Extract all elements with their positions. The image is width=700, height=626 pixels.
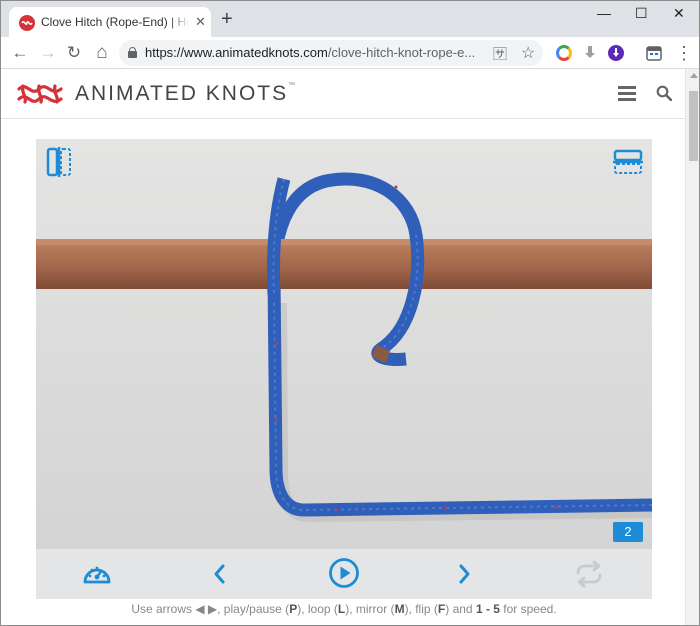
hint-key-m: M: [394, 602, 405, 616]
loop-icon[interactable]: [574, 559, 604, 594]
hamburger-menu-icon[interactable]: [618, 86, 636, 102]
url-path: /clove-hitch-knot-rope-e...: [327, 45, 475, 60]
downloader-extension-icon[interactable]: [608, 45, 624, 61]
browser-menu-icon[interactable]: ⋮: [673, 42, 695, 64]
knot-animation-player[interactable]: 2: [36, 139, 652, 549]
calendar-extension-icon[interactable]: [646, 45, 662, 61]
player-controls: [36, 549, 652, 599]
hint-flip: ), flip (: [404, 602, 438, 616]
frame-number-badge: 2: [613, 522, 643, 542]
browser-window: Clove Hitch (Rope-End) | How t ✕ + — ☐ ✕…: [0, 0, 700, 626]
mirror-toggle-icon[interactable]: [46, 147, 72, 182]
address-bar[interactable]: https://www.animatedknots.com/clove-hitc…: [119, 40, 543, 66]
close-window-button[interactable]: ✕: [673, 5, 685, 22]
previous-frame-icon[interactable]: [212, 563, 226, 590]
minimize-button[interactable]: —: [597, 5, 611, 21]
home-button[interactable]: ⌂: [91, 42, 113, 64]
speed-gauge-icon[interactable]: [82, 560, 112, 593]
page-content: ANIMATED KNOTS™ 2 Use arrows ◀ ▶, play/p…: [1, 69, 685, 625]
logo-text[interactable]: ANIMATED KNOTS™: [75, 82, 295, 106]
url-host: https://www.animatedknots.com: [145, 45, 328, 60]
browser-toolbar: ← → ↻ ⌂ https://www.animatedknots.com/cl…: [1, 37, 699, 69]
flip-toggle-icon[interactable]: [613, 149, 643, 180]
hint-suffix: for speed.: [499, 602, 557, 616]
knot-animation-frame: [36, 139, 652, 549]
hint-prefix: Use arrows ◀ ▶, play/pause (: [131, 602, 290, 616]
tab-title: Clove Hitch (Rope-End) | How t: [41, 15, 189, 29]
keyboard-hint: Use arrows ◀ ▶, play/pause (P), loop (L)…: [1, 602, 685, 616]
logo-trademark: ™: [288, 82, 296, 89]
scroll-up-arrow-icon[interactable]: [690, 73, 698, 78]
logo-wordmark: ANIMATED KNOTS: [75, 82, 289, 105]
favicon-icon: [19, 15, 35, 31]
hint-loop: ), loop (: [297, 602, 338, 616]
hint-speed-keys: 1 - 5: [475, 602, 500, 616]
browser-tab[interactable]: Clove Hitch (Rope-End) | How t ✕: [9, 7, 211, 37]
hint-mirror: ), mirror (: [345, 602, 395, 616]
lock-icon: [128, 47, 137, 58]
scroll-thumb[interactable]: [689, 91, 698, 161]
tab-strip: Clove Hitch (Rope-End) | How t ✕ + — ☐ ✕: [1, 1, 699, 37]
hint-key-p: P: [289, 602, 298, 616]
extension-icon[interactable]: [556, 45, 572, 61]
back-button[interactable]: ←: [9, 42, 31, 64]
search-icon[interactable]: [656, 85, 673, 102]
next-frame-icon[interactable]: [458, 563, 472, 590]
page-scrollbar[interactable]: [685, 69, 699, 625]
bookmark-star-icon[interactable]: ☆: [521, 43, 535, 63]
download-icon[interactable]: [582, 45, 598, 61]
logo-knot-icon[interactable]: [17, 83, 63, 110]
url-text[interactable]: https://www.animatedknots.com/clove-hitc…: [145, 45, 475, 60]
reload-button[interactable]: ↻: [63, 42, 85, 64]
maximize-button[interactable]: ☐: [635, 5, 648, 22]
forward-button[interactable]: →: [37, 42, 59, 64]
translate-icon[interactable]: 🈂: [493, 44, 507, 64]
new-tab-button[interactable]: +: [221, 9, 233, 29]
play-pause-icon[interactable]: [328, 557, 360, 594]
tab-close-icon[interactable]: ✕: [195, 14, 206, 30]
hint-and: ) and: [445, 602, 476, 616]
site-header: ANIMATED KNOTS™: [1, 69, 685, 119]
